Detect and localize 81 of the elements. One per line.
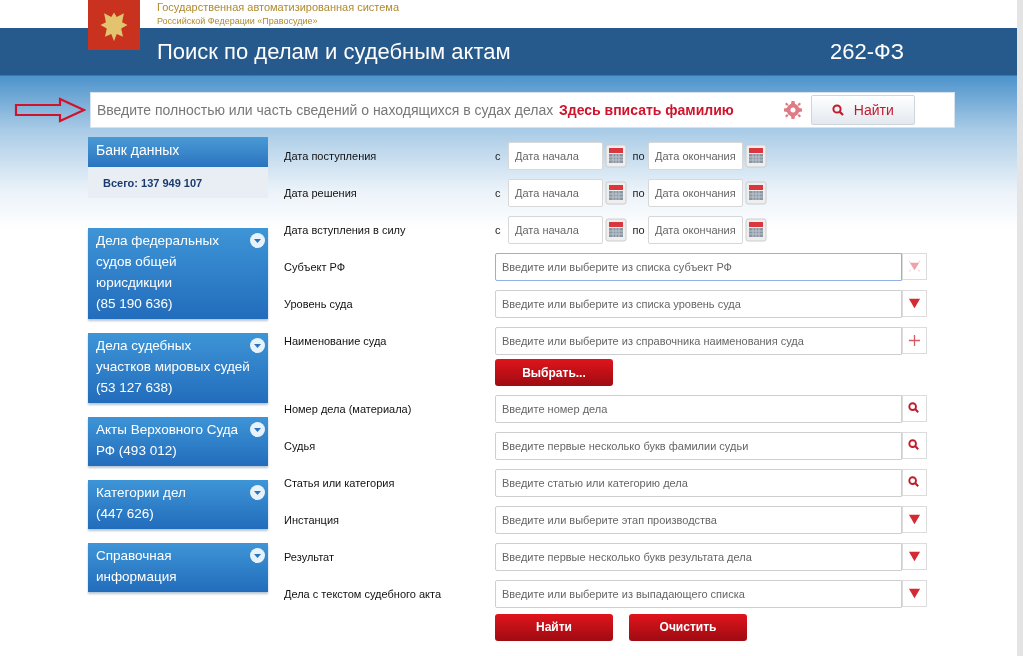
- input-field[interactable]: Введите или выберите из списка субъект РФ: [495, 252, 902, 281]
- section-header: Банк данных: [88, 137, 268, 167]
- sidebar-item[interactable]: Акты Верховного Суда РФ (493 012): [88, 417, 268, 466]
- dropdown-button[interactable]: [902, 580, 927, 607]
- plus-icon: [908, 334, 921, 347]
- input-field[interactable]: Введите или выберите этап производства: [495, 505, 902, 534]
- date-field[interactable]: Дата начала: [508, 215, 603, 244]
- chevron-down-icon: [250, 233, 265, 248]
- input-field[interactable]: Введите статью или категорию дела: [495, 468, 902, 497]
- law-number: 262-ФЗ: [830, 38, 905, 65]
- calendar-icon: [745, 143, 767, 168]
- search-button[interactable]: [902, 469, 927, 496]
- search-icon: [908, 476, 921, 489]
- calendar-icon: [745, 180, 767, 205]
- sidebar-item[interactable]: Категории дел (447 626): [88, 480, 268, 529]
- sidebar-item[interactable]: Справочная информация: [88, 543, 268, 592]
- dropdown-button[interactable]: [902, 543, 927, 570]
- system-name: Государственная автоматизированная система: [157, 0, 400, 14]
- plus-button[interactable]: [902, 327, 927, 354]
- system-name: Российской Федерации «Правосудие»: [157, 15, 319, 28]
- field-label: Дата решения: [284, 186, 358, 199]
- total-count: Всего: 137 949 107: [88, 167, 268, 198]
- dropdown-icon: [908, 297, 921, 310]
- chevron-down-icon: [250, 485, 265, 500]
- gear-icon: [782, 100, 803, 120]
- chevron-down-icon: [250, 338, 265, 353]
- input-field[interactable]: Введите или выберите из выпадающего списка: [495, 579, 902, 608]
- annotation-text: Здесь вписать фамилию: [559, 102, 734, 118]
- form-button[interactable]: Найти: [495, 613, 613, 641]
- calendar-icon: [605, 180, 627, 205]
- select-button[interactable]: Выбрать...: [495, 359, 613, 386]
- page-title: Поиск по делам и судебным актам: [157, 38, 512, 65]
- chevron-down-icon: [250, 548, 265, 563]
- input-field[interactable]: Введите первые несколько букв фамилии судьи: [495, 431, 902, 460]
- date-field[interactable]: Дата окончания: [648, 141, 743, 170]
- form-button[interactable]: Очистить: [629, 613, 747, 641]
- field-label: Номер дела (материала): [284, 402, 413, 415]
- search-button[interactable]: [902, 395, 927, 422]
- search-icon: [908, 402, 921, 415]
- field-label: Дата поступления: [284, 149, 378, 162]
- range-label: с: [495, 186, 502, 199]
- range-label: по: [631, 186, 646, 199]
- search-button[interactable]: [902, 432, 927, 459]
- sidebar-item[interactable]: Дела судебных участков мировых судей (53 127 638): [88, 333, 268, 403]
- field-label: Статья или категория: [284, 476, 396, 489]
- date-field[interactable]: Дата начала: [508, 141, 603, 170]
- input-field[interactable]: Введите номер дела: [495, 394, 902, 423]
- dropdown-icon: [908, 513, 921, 526]
- arrow-icon: [14, 97, 86, 123]
- search-field[interactable]: Введите полностью или часть сведений о находящихся в судах делах Здесь вписать фамилию Найти: [90, 92, 955, 128]
- calendar-icon: [745, 217, 767, 242]
- search-icon: [831, 104, 844, 116]
- field-label: Результат: [284, 550, 336, 563]
- dropdown-button[interactable]: [902, 506, 927, 533]
- search-button[interactable]: Найти: [810, 95, 915, 125]
- dropdown-icon: [908, 587, 921, 600]
- field-label: Уровень суда: [284, 297, 354, 310]
- calendar-icon: [605, 143, 627, 168]
- search-icon: [908, 439, 921, 452]
- dropdown-icon: [908, 550, 921, 563]
- field-label: Инстанция: [284, 513, 340, 526]
- dropdown-button[interactable]: [902, 290, 927, 317]
- date-field[interactable]: Дата окончания: [648, 178, 743, 207]
- field-label: Наименование суда: [284, 334, 388, 347]
- loading-icon: [908, 260, 921, 273]
- range-label: по: [631, 149, 646, 162]
- field-label: Дата вступления в силу: [284, 223, 407, 236]
- sidebar-item[interactable]: Дела федеральных судов общей юрисдикции (85 190 636): [88, 228, 268, 319]
- date-field[interactable]: Дата окончания: [648, 215, 743, 244]
- input-field[interactable]: Введите или выберите из списка уровень суда: [495, 289, 902, 318]
- range-label: с: [495, 223, 502, 236]
- input-field[interactable]: Введите или выберите из справочника наименования суда: [495, 326, 902, 355]
- input-field[interactable]: Введите первые несколько букв результата дела: [495, 542, 902, 571]
- field-label: Субъект РФ: [284, 260, 347, 273]
- range-label: по: [631, 223, 646, 236]
- calendar-icon: [605, 217, 627, 242]
- field-label: Судья: [284, 439, 317, 452]
- field-label: Дела с текстом судебного акта: [284, 587, 443, 600]
- chevron-down-icon: [250, 422, 265, 437]
- range-label: с: [495, 149, 502, 162]
- date-field[interactable]: Дата начала: [508, 178, 603, 207]
